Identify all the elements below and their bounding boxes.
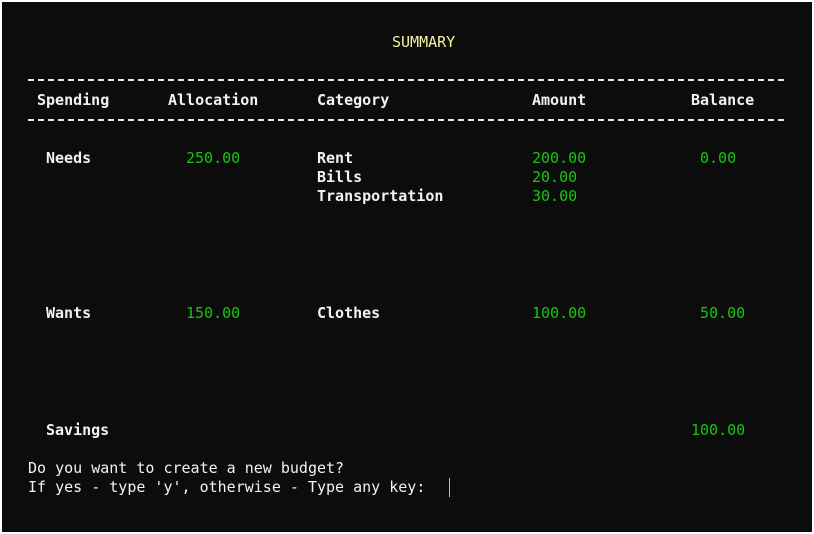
needs-amount-bills: 20.00 <box>532 168 578 186</box>
prompt-question: Do you want to create a new budget? <box>28 459 345 477</box>
wants-amount-clothes: 100.00 <box>532 304 587 322</box>
header-divider <box>28 119 784 121</box>
wants-category-clothes: Clothes <box>317 304 381 322</box>
needs-category-rent: Rent <box>317 149 354 167</box>
terminal-window[interactable]: SUMMARY Spending Allocation Category Amo… <box>2 2 812 532</box>
needs-category-transportation: Transportation <box>317 187 444 205</box>
savings-label: Savings <box>46 421 110 439</box>
screen: SUMMARY Spending Allocation Category Amo… <box>0 0 814 534</box>
prompt-instruction: If yes - type 'y', otherwise - Type any … <box>28 478 435 496</box>
wants-balance: 50.00 <box>700 304 746 322</box>
wants-allocation: 150.00 <box>186 304 241 322</box>
needs-amount-rent: 200.00 <box>532 149 587 167</box>
needs-allocation: 250.00 <box>186 149 241 167</box>
header-amount: Amount <box>532 91 587 109</box>
header-category: Category <box>317 91 390 109</box>
needs-amount-transportation: 30.00 <box>532 187 578 205</box>
summary-title: SUMMARY <box>392 33 456 51</box>
savings-balance: 100.00 <box>691 421 746 439</box>
header-spending: Spending <box>37 91 110 109</box>
input-cursor[interactable] <box>449 478 450 497</box>
header-allocation: Allocation <box>168 91 259 109</box>
wants-label: Wants <box>46 304 92 322</box>
needs-balance: 0.00 <box>700 149 737 167</box>
header-balance: Balance <box>691 91 755 109</box>
top-divider <box>28 79 784 81</box>
needs-category-bills: Bills <box>317 168 363 186</box>
needs-label: Needs <box>46 149 92 167</box>
